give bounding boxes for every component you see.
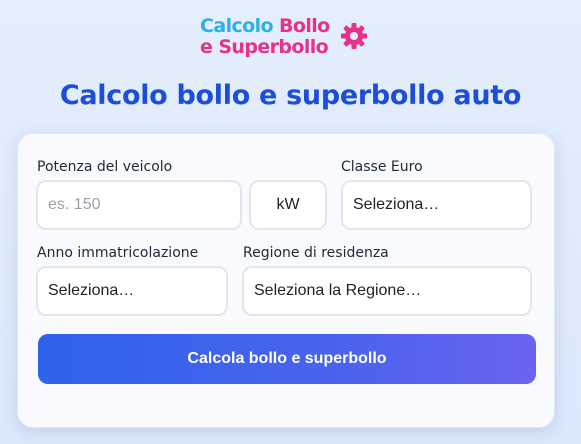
logo-word-calcolo: Calcolo xyxy=(200,15,274,37)
page-title: Calcolo bollo e superbollo auto xyxy=(59,80,522,111)
calculate-button[interactable]: Calcola bollo e superbollo xyxy=(38,334,536,384)
calculator-form: Potenza del veicolo es. 150 kW Classe Eu… xyxy=(17,133,555,428)
logo-word-superbollo: Superbollo xyxy=(218,36,329,58)
region-select[interactable]: Seleziona la Regione… xyxy=(242,266,532,316)
power-unit-select[interactable]: kW xyxy=(249,180,327,230)
euro-class-select[interactable]: Seleziona… xyxy=(341,180,532,230)
logo-text: Calcolo Bollo e Superbollo xyxy=(200,16,330,58)
region-label: Regione di residenza xyxy=(243,245,389,261)
gear-icon xyxy=(341,23,367,49)
site-logo[interactable]: Calcolo Bollo e Superbollo xyxy=(200,16,372,62)
registration-year-select[interactable]: Seleziona… xyxy=(36,266,228,316)
registration-year-label: Anno immatricolazione xyxy=(37,245,199,261)
logo-word-e: e xyxy=(200,36,213,58)
logo-word-bollo: Bollo xyxy=(278,15,330,37)
power-input[interactable]: es. 150 xyxy=(36,180,242,230)
euro-class-label: Classe Euro xyxy=(341,159,423,175)
power-label: Potenza del veicolo xyxy=(37,159,173,175)
